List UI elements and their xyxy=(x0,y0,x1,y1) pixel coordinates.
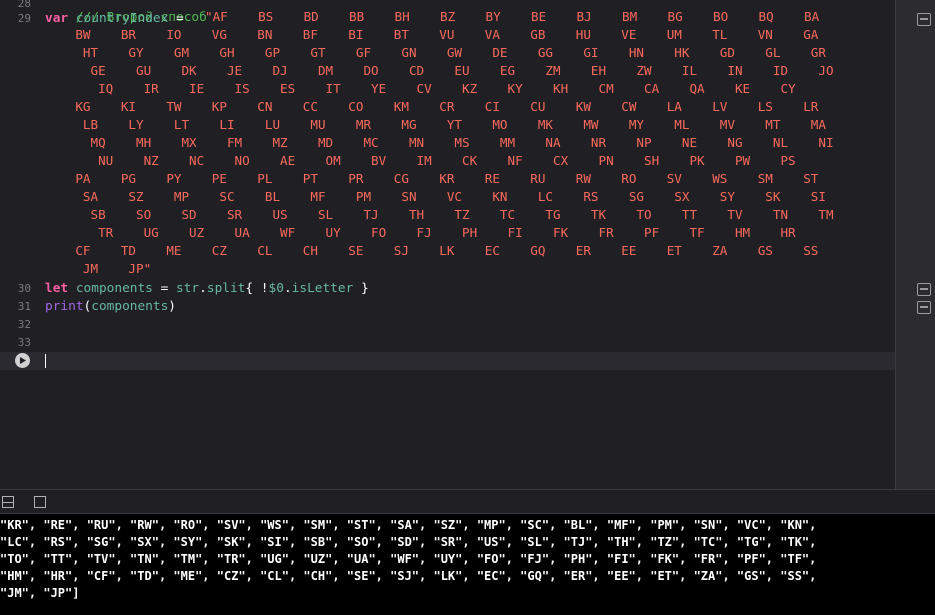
dot: . xyxy=(199,281,207,296)
console-line: "HM", "HR", "CF", "TD", "ME", "CZ", "CL"… xyxy=(0,569,817,583)
current-line-highlight xyxy=(0,352,895,370)
line-number-32: 32 xyxy=(17,318,31,331)
closure-param: $0 xyxy=(268,281,284,296)
show-console-icon[interactable] xyxy=(34,496,46,508)
results-sidebar xyxy=(895,0,935,489)
hide-debug-area-icon[interactable] xyxy=(2,496,14,508)
string-literal-row: LB LY LT LI LU MU MR MG YT MO MK MW MY M… xyxy=(45,117,826,132)
keyword-let: let xyxy=(45,281,69,296)
string-literal-row: GE GU DK JE DJ DM DO CD EU EG ZM EH ZW I… xyxy=(45,63,834,78)
keyword-var: var xyxy=(45,11,69,26)
line-number-33: 33 xyxy=(17,336,31,349)
paren-close: ) xyxy=(168,299,177,314)
string-literal-row: "AF BS BD BB BH BZ BY BE BJ BM BG BO BQ … xyxy=(205,9,820,24)
method-split: split xyxy=(206,281,246,296)
string-literal-row: NU NZ NC NO AE OM BV IM CK NF CX PN SH P… xyxy=(45,153,796,168)
string-literal-row: SA SZ MP SC BL MF PM SN VC KN LC RS SG S… xyxy=(45,189,826,204)
code-line-31: print(components) xyxy=(45,298,176,316)
dot: . xyxy=(283,281,292,296)
result-toggle-icon[interactable] xyxy=(917,283,931,296)
run-icon xyxy=(20,357,26,364)
console-line: "KR", "RE", "RU", "RW", "RO", "SV", "WS"… xyxy=(0,518,817,532)
line-number-29: 29 xyxy=(17,12,31,25)
console-output[interactable]: "KR", "RE", "RU", "RW", "RO", "SV", "WS"… xyxy=(0,514,935,615)
text-cursor xyxy=(45,354,46,368)
identifier-components: components xyxy=(75,281,153,296)
identifier-countryIndex: countryIndex xyxy=(75,11,169,26)
assign-op: = xyxy=(168,11,192,26)
string-literal-row: PA PG PY PE PL PT PR CG KR RE RU RW RO S… xyxy=(45,171,819,186)
code-editor[interactable]: 28 29 30 31 32 33 /// Второй способ var … xyxy=(0,0,935,489)
debug-area-bar xyxy=(0,489,935,514)
run-button[interactable] xyxy=(15,353,30,368)
string-literal-row: KG KI TW KP CN CC CO KM CR CI CU KW CW L… xyxy=(45,99,819,114)
identifier-components-arg: components xyxy=(91,299,169,314)
assign-op: = xyxy=(152,281,177,296)
string-literal-row: HT GY GM GH GP GT GF GN GW DE GG GI HN H… xyxy=(45,45,826,60)
closure-close: } xyxy=(353,281,369,296)
string-literal-row: SB SO SD SR US SL TJ TH TZ TC TG TK TO T… xyxy=(45,207,834,222)
console-line: "JM", "JP"] xyxy=(0,586,80,600)
code-line-30: let components = str.split{ !$0.isLetter… xyxy=(45,280,369,298)
line-number-30: 30 xyxy=(17,282,31,295)
string-literal-row: BW BR IO VG BN BF BI BT VU VA GB HU VE U… xyxy=(45,27,819,42)
identifier-str: str xyxy=(176,281,200,296)
function-print: print xyxy=(45,299,84,314)
console-line: "TO", "TT", "TV", "TN", "TM", "TR", "UG"… xyxy=(0,552,817,566)
line-number-31: 31 xyxy=(17,300,31,313)
string-literal-row: MQ MH MX FM MZ MD MC MN MS MM NA NR NP N… xyxy=(45,135,834,150)
string-literal-row: CF TD ME CZ CL CH SE SJ LK EC GQ ER EE E… xyxy=(45,243,819,258)
closure-open: { ! xyxy=(245,281,269,296)
line-number-gutter: 28 29 30 31 32 33 xyxy=(0,0,38,489)
string-literal-row: TR UG UZ UA WF UY FO FJ PH FI FK FR PF T… xyxy=(45,225,796,240)
string-literal-row: IQ IR IE IS ES IT YE CV KZ KY KH CM CA Q… xyxy=(45,81,796,96)
string-literal-row: JM JP" xyxy=(45,261,152,276)
property-isLetter: isLetter xyxy=(291,281,354,296)
result-toggle-icon[interactable] xyxy=(917,13,931,26)
console-line: "LC", "RS", "SG", "SX", "SY", "SK", "SI"… xyxy=(0,535,817,549)
result-toggle-icon[interactable] xyxy=(917,301,931,314)
